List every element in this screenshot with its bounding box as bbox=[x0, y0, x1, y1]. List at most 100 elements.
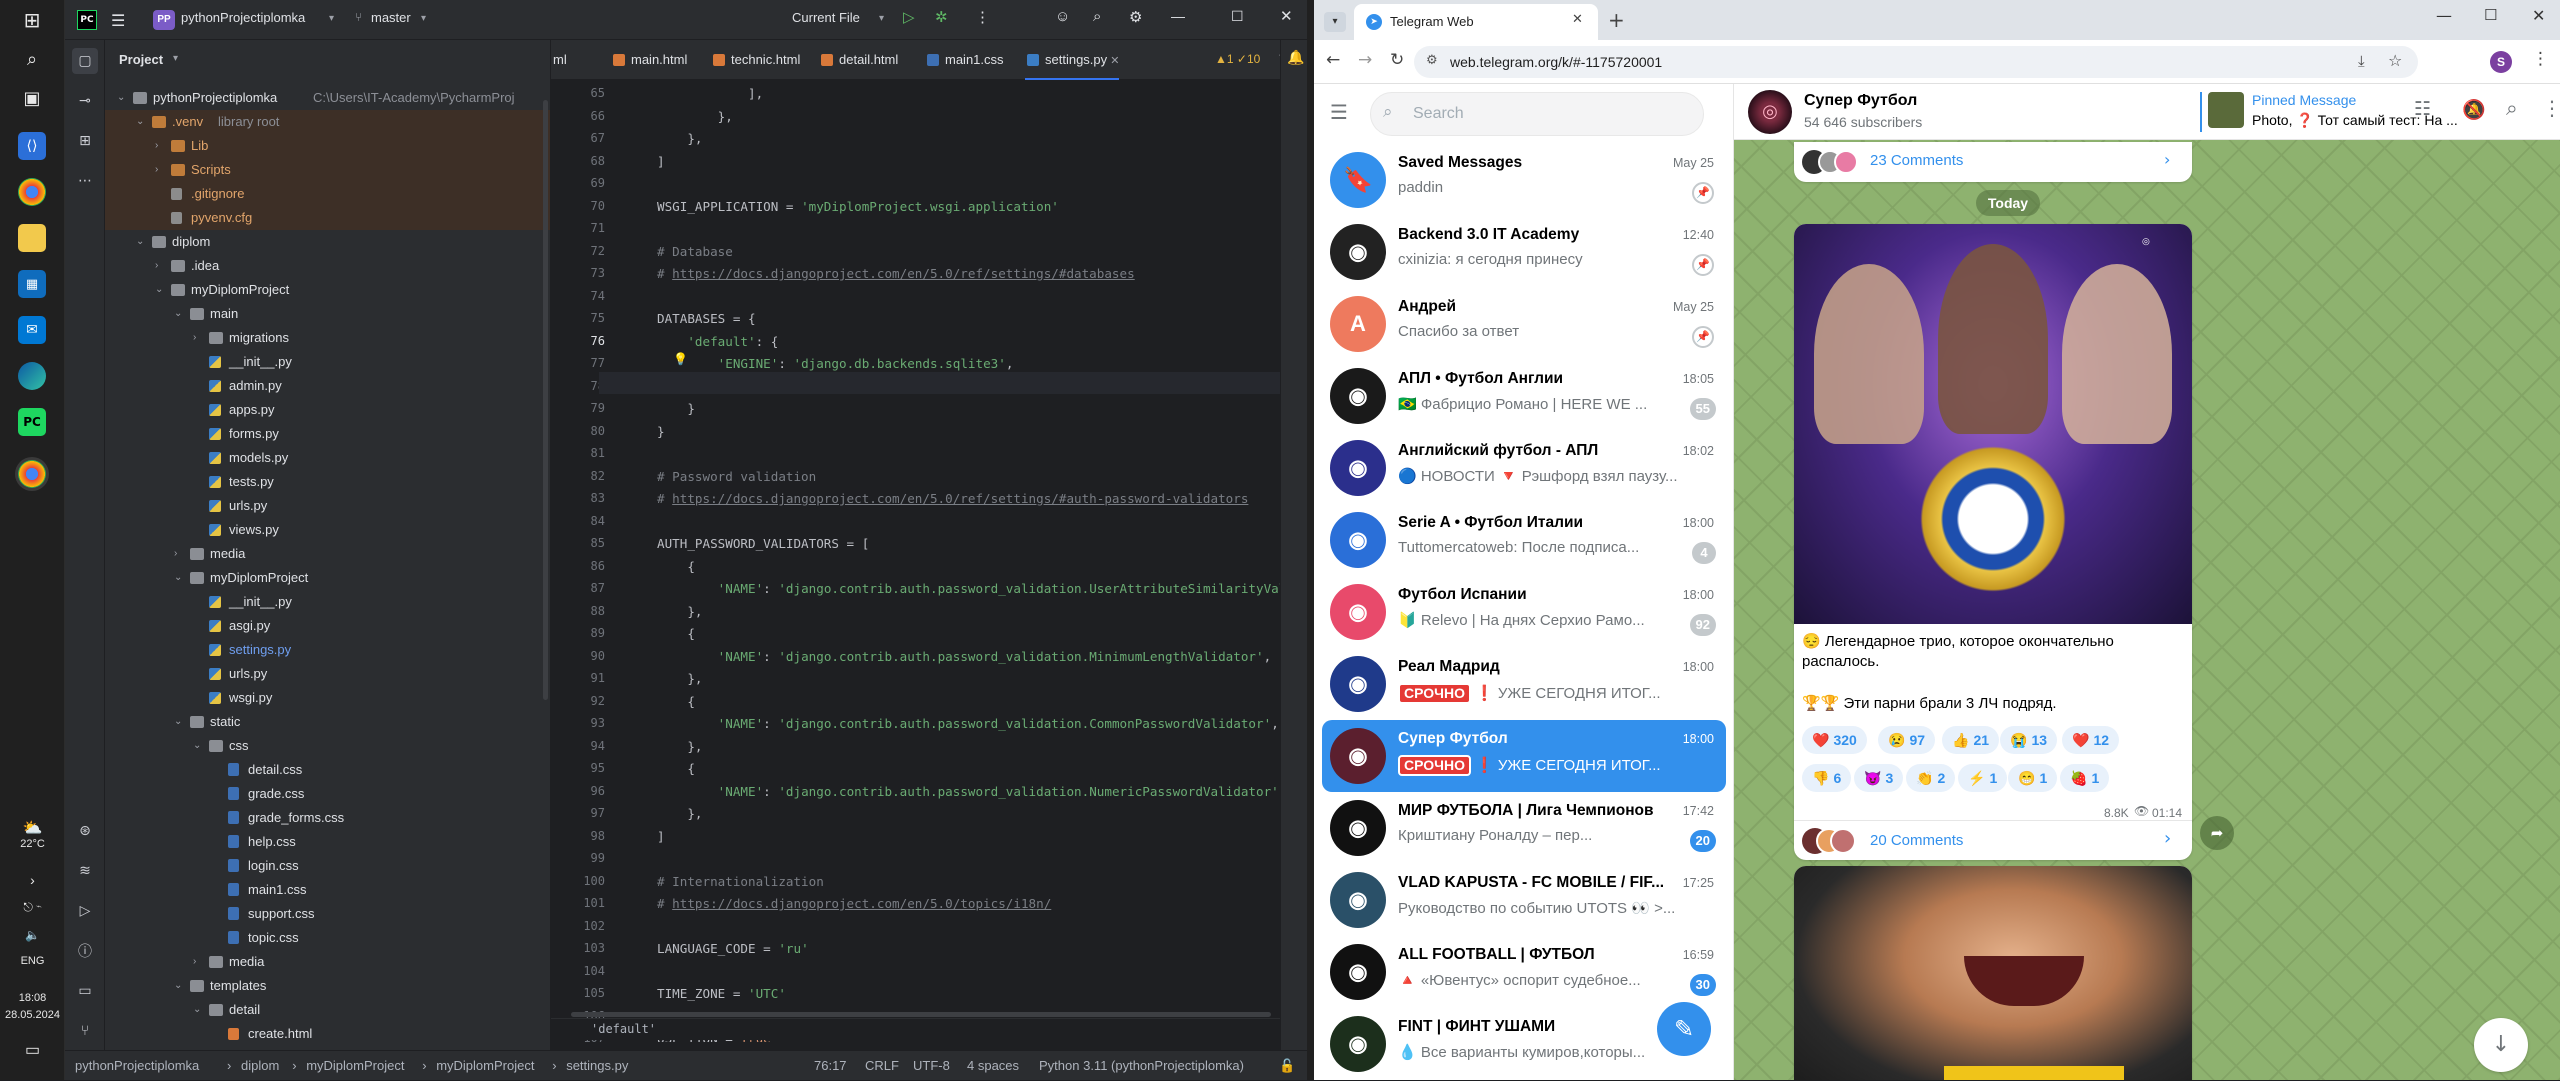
code-line[interactable]: }, bbox=[657, 739, 702, 754]
chrome-icon[interactable] bbox=[18, 178, 46, 206]
editor-tab[interactable]: main1.css bbox=[925, 40, 1004, 80]
post-photo[interactable] bbox=[1794, 866, 2192, 1080]
tree-item[interactable]: forms.py bbox=[105, 422, 550, 446]
code-line[interactable]: # https://docs.djangoproject.com/en/5.0/… bbox=[657, 266, 1135, 281]
close-icon[interactable]: ✕ bbox=[2532, 6, 2545, 25]
minimize-icon[interactable]: — bbox=[2436, 6, 2452, 25]
structure-tool-icon[interactable]: ⊞ bbox=[72, 128, 98, 154]
code-line[interactable]: # https://docs.djangoproject.com/en/5.0/… bbox=[657, 896, 1051, 911]
project-panel-title[interactable]: Project bbox=[119, 52, 163, 67]
maximize-icon[interactable]: ☐ bbox=[1231, 8, 1244, 25]
tree-item[interactable]: › Scripts bbox=[105, 158, 550, 182]
tree-item[interactable]: pyvenv.cfg bbox=[105, 206, 550, 230]
tree-item[interactable]: ⌄ .venv library root bbox=[105, 110, 550, 134]
tree-item[interactable]: help.css bbox=[105, 830, 550, 854]
channel-post-next[interactable] bbox=[1794, 866, 2192, 1080]
chevron-down-icon[interactable]: ⌄ bbox=[174, 710, 186, 734]
chevron-down-icon[interactable]: ⌄ bbox=[136, 230, 148, 254]
tree-item[interactable]: ⌄ myDiplomProject bbox=[105, 278, 550, 302]
code-line[interactable]: # Database bbox=[657, 244, 733, 259]
url-text[interactable]: web.telegram.org/k/#-1175720001 bbox=[1450, 54, 1662, 70]
chevron-up-icon[interactable]: › bbox=[0, 872, 65, 888]
code-line[interactable]: }, bbox=[657, 131, 702, 146]
reaction-button[interactable]: ❤️ 12 bbox=[2062, 726, 2120, 754]
status-path-item[interactable]: myDiplomProject bbox=[306, 1058, 404, 1073]
code-line[interactable]: LANGUAGE_CODE = 'ru' bbox=[657, 941, 809, 956]
run-tool-icon[interactable]: ▷ bbox=[72, 898, 98, 924]
chevron-right-icon[interactable]: › bbox=[193, 950, 205, 974]
code-line[interactable]: # Password validation bbox=[657, 469, 816, 484]
new-tab-icon[interactable]: + bbox=[1608, 8, 1625, 32]
code-line[interactable]: 'NAME': 'django.contrib.auth.password_va… bbox=[657, 784, 1287, 799]
tree-item[interactable]: › migrations bbox=[105, 326, 550, 350]
code-line[interactable]: 'NAME': 'django.contrib.auth.password_va… bbox=[657, 581, 1302, 596]
install-app-icon[interactable]: ⤓ bbox=[2358, 52, 2365, 70]
code-line[interactable]: # https://docs.djangoproject.com/en/5.0/… bbox=[657, 491, 1248, 506]
branch-name[interactable]: master bbox=[371, 10, 411, 25]
tree-item[interactable]: ⌄ templates bbox=[105, 974, 550, 998]
lock-icon[interactable]: 🔓 bbox=[1279, 1058, 1295, 1074]
code-line[interactable]: } bbox=[657, 424, 665, 439]
project-tool-icon[interactable]: ▢ bbox=[72, 48, 98, 74]
chevron-down-icon[interactable]: ⌄ bbox=[174, 566, 186, 590]
tree-item[interactable]: detail.css bbox=[105, 758, 550, 782]
reaction-button[interactable]: 👎 6 bbox=[1802, 764, 1852, 792]
more-tools-icon[interactable]: ⋯ bbox=[72, 168, 98, 194]
code-line[interactable]: { bbox=[657, 761, 695, 776]
code-line[interactable]: }, bbox=[657, 671, 702, 686]
run-config[interactable]: Current File bbox=[792, 10, 860, 25]
code-line[interactable]: } bbox=[657, 401, 695, 416]
windows-start-icon[interactable]: ⊞ bbox=[18, 6, 46, 34]
code-line[interactable]: ], bbox=[657, 86, 763, 101]
hamburger-menu-icon[interactable]: ☰ bbox=[1330, 100, 1348, 124]
tree-item[interactable]: urls.py bbox=[105, 494, 550, 518]
settings-gear-icon[interactable]: ⚙ bbox=[1129, 8, 1142, 26]
tree-item[interactable]: create.html bbox=[105, 1022, 550, 1046]
tree-item[interactable]: models.py bbox=[105, 446, 550, 470]
search-icon[interactable]: ⌕ bbox=[18, 45, 46, 73]
problems-icon[interactable]: ⓘ bbox=[72, 938, 98, 964]
indent-setting[interactable]: 4 spaces bbox=[967, 1058, 1019, 1073]
chevron-down-icon[interactable]: ⌄ bbox=[174, 974, 186, 998]
editor-tab[interactable]: settings.py ✕ bbox=[1025, 40, 1120, 80]
reaction-button[interactable]: ❤️ 320 bbox=[1802, 726, 1867, 754]
project-name[interactable]: pythonProjectiplomka bbox=[181, 10, 305, 25]
tree-item[interactable]: › media bbox=[105, 950, 550, 974]
chevron-right-icon[interactable]: › bbox=[155, 254, 167, 278]
code-line[interactable]: 'ENGINE': 'django.db.backends.sqlite3', bbox=[657, 356, 1014, 371]
tree-item[interactable]: __init__.py bbox=[105, 590, 550, 614]
chrome-menu-icon[interactable]: ⋮ bbox=[2532, 49, 2549, 69]
chat-list-item[interactable]: ◉ Футбол Испании 🔰 Relevo | На днях Серхио… bbox=[1322, 576, 1726, 648]
tree-item[interactable]: grade.css bbox=[105, 782, 550, 806]
commit-tool-icon[interactable]: ⊸ bbox=[72, 88, 98, 114]
tree-item[interactable]: admin.py bbox=[105, 374, 550, 398]
edge-icon[interactable] bbox=[18, 362, 46, 390]
tree-item[interactable]: tests.py bbox=[105, 470, 550, 494]
chat-list-item[interactable]: ◉ Backend 3.0 IT Academy cxinizia: я сегод… bbox=[1322, 216, 1726, 288]
comments-count[interactable]: 20 Comments bbox=[1870, 832, 1963, 849]
code-line[interactable]: }, bbox=[657, 604, 702, 619]
notifications-bell-icon[interactable]: 🔔 bbox=[1287, 50, 1304, 66]
pycharm-icon[interactable]: PC bbox=[18, 408, 46, 436]
close-icon[interactable]: ✕ bbox=[1280, 7, 1293, 25]
reaction-button[interactable]: ⚡ 1 bbox=[1958, 764, 2008, 792]
compose-pencil-icon[interactable]: ✎ bbox=[1657, 1002, 1711, 1056]
hamburger-menu-icon[interactable]: ☰ bbox=[111, 11, 125, 30]
maximize-icon[interactable]: ☐ bbox=[2484, 6, 2497, 24]
chat-list-item[interactable]: А Андрей Спасибо за ответ May 25 📌 bbox=[1322, 288, 1726, 360]
chevron-down-icon[interactable]: ⌄ bbox=[193, 998, 205, 1022]
calendar-icon[interactable]: ▦ bbox=[18, 270, 46, 298]
post-photo[interactable]: ◎ bbox=[1794, 224, 2192, 624]
inspections-widget[interactable]: ▲1 ✓10 bbox=[1215, 52, 1260, 66]
search-icon[interactable]: ⌕ bbox=[1093, 8, 1101, 25]
volume-icon[interactable]: 🔈 bbox=[0, 928, 65, 942]
reaction-button[interactable]: 🍓 1 bbox=[2060, 764, 2110, 792]
status-path-item[interactable]: pythonProjectiplomka bbox=[75, 1058, 199, 1073]
tree-item[interactable]: ⌄ static bbox=[105, 710, 550, 734]
layers-icon[interactable]: ≋ bbox=[72, 858, 98, 884]
editor-tab[interactable]: detail.html bbox=[819, 40, 898, 80]
code-line[interactable]: DATABASES = { bbox=[657, 311, 756, 326]
pinned-label[interactable]: Pinned Message bbox=[2252, 92, 2356, 108]
reload-icon[interactable]: ↻ bbox=[1390, 50, 1404, 70]
intention-bulb-icon[interactable]: 💡 bbox=[673, 352, 688, 366]
